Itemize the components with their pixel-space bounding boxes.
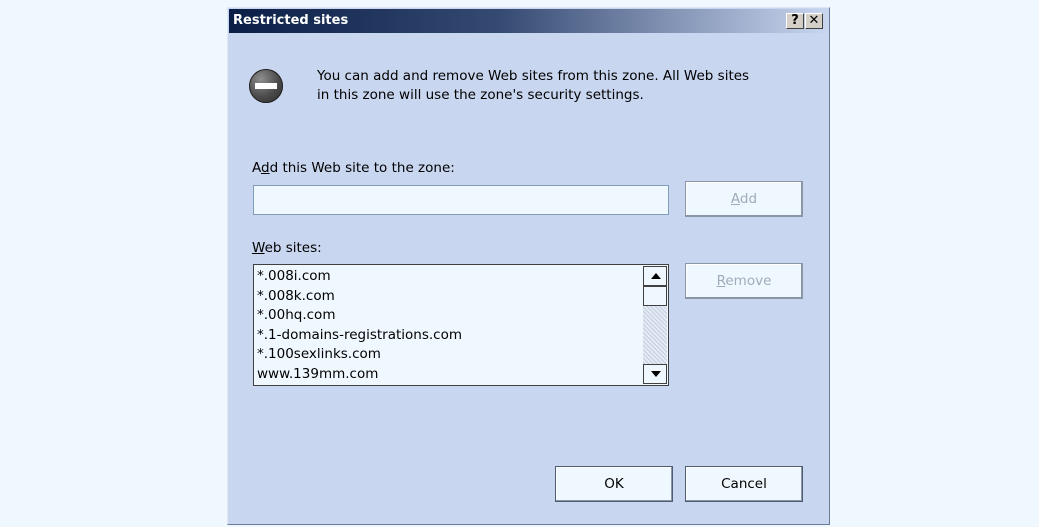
title-bar[interactable]: Restricted sites ? ✕ <box>229 9 828 33</box>
zone-description: You can add and remove Web sites from th… <box>317 67 817 105</box>
add-site-label: Add this Web site to the zone: <box>252 160 455 176</box>
remove-button[interactable]: Remove <box>685 263 803 299</box>
add-site-label-pre: A <box>252 160 261 176</box>
restricted-zone-icon <box>249 69 283 103</box>
add-button-mnemonic: A <box>730 191 740 207</box>
add-site-label-post: d this Web site to the zone: <box>269 160 455 176</box>
dialog-title: Restricted sites <box>233 13 349 28</box>
list-item[interactable]: *.00hq.com <box>256 306 640 326</box>
add-site-label-mnemonic: d <box>261 160 270 176</box>
web-sites-list[interactable]: *.008i.com *.008k.com *.00hq.com *.1-dom… <box>253 264 669 386</box>
restricted-sites-dialog: Restricted sites ? ✕ You can add and rem… <box>227 7 830 525</box>
remove-button-post: emove <box>725 273 772 289</box>
list-item[interactable]: *.008k.com <box>256 287 640 307</box>
description-line-2: in this zone will use the zone's securit… <box>317 87 644 103</box>
add-button-post: dd <box>739 191 758 207</box>
web-sites-label: Web sites: <box>252 240 322 256</box>
close-button[interactable]: ✕ <box>805 13 823 29</box>
add-site-input[interactable] <box>253 185 669 215</box>
web-sites-label-mnemonic: W <box>252 240 265 256</box>
scroll-thumb[interactable] <box>643 286 667 306</box>
add-button[interactable]: Add <box>685 181 803 217</box>
cancel-button[interactable]: Cancel <box>685 466 803 502</box>
ok-button[interactable]: OK <box>555 466 673 502</box>
list-item[interactable]: *.1-domains-registrations.com <box>256 326 640 346</box>
list-item[interactable]: www.139mm.com <box>256 365 640 385</box>
help-button[interactable]: ? <box>786 13 804 29</box>
scroll-up-button[interactable] <box>643 266 667 286</box>
list-item[interactable]: *.008i.com <box>256 267 640 287</box>
arrow-down-icon <box>651 371 661 377</box>
arrow-up-icon <box>651 273 661 279</box>
list-scrollbar[interactable] <box>643 266 667 384</box>
web-sites-label-post: eb sites: <box>264 240 322 256</box>
list-item[interactable]: *.100sexlinks.com <box>256 345 640 365</box>
description-line-1: You can add and remove Web sites from th… <box>317 68 750 84</box>
scroll-down-button[interactable] <box>643 364 667 384</box>
web-sites-items: *.008i.com *.008k.com *.00hq.com *.1-dom… <box>256 267 640 384</box>
